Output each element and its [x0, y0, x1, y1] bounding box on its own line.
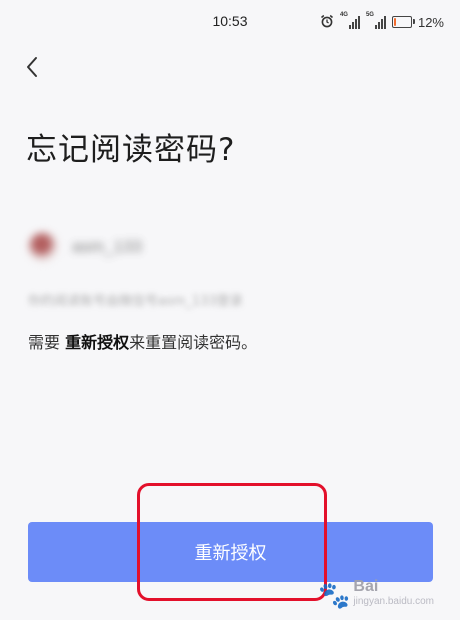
status-bar: 10:53 4G 5G 12%	[0, 0, 460, 44]
page-title: 忘记阅读密码?	[26, 132, 236, 168]
instruction-emphasis: 重新授权	[65, 333, 130, 352]
chevron-left-icon	[27, 57, 37, 77]
watermark-url: jingyan.baidu.com	[353, 596, 434, 607]
instruction-suffix: 来重置阅读密码。	[129, 333, 258, 352]
battery-icon	[391, 16, 415, 28]
account-name: asm_133	[72, 237, 142, 256]
signal-5g-icon: 5G	[366, 12, 386, 29]
status-icons: 4G 5G 12%	[320, 12, 444, 32]
paw-logo-icon: 🐾	[318, 580, 351, 610]
watermark: 🐾 Bai jingyan.baidu.com	[318, 577, 434, 608]
reauthorize-button[interactable]: 重新授权	[28, 522, 433, 582]
account-info: asm_133	[28, 232, 142, 262]
instruction-prefix: 需要	[28, 333, 66, 352]
battery-percent: 12%	[417, 14, 444, 30]
watermark-brand: Bai	[353, 577, 379, 595]
account-note: 你的阅读账号由微信号asm_133登录	[28, 294, 243, 309]
signal-4g-icon: 4G	[340, 12, 360, 29]
instruction-text: 需要 重新授权来重置阅读密码。	[28, 329, 257, 353]
back-button[interactable]	[18, 52, 48, 82]
alarm-icon	[320, 14, 334, 31]
avatar	[28, 232, 58, 262]
